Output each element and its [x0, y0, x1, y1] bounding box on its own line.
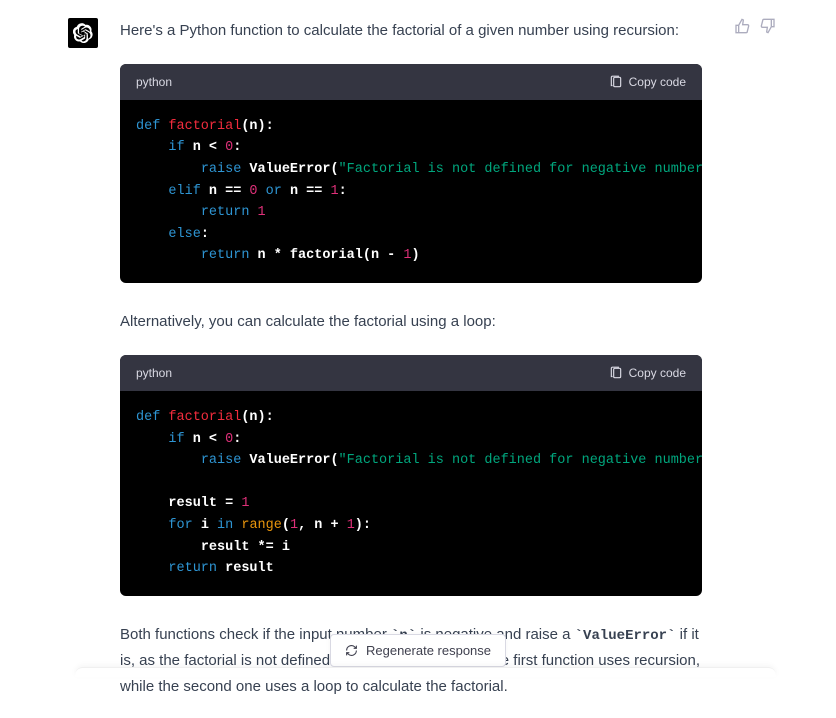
- regenerate-label: Regenerate response: [366, 643, 491, 658]
- code-lang-label: python: [136, 72, 172, 92]
- thumbs-up-button[interactable]: [734, 18, 750, 718]
- regenerate-button[interactable]: Regenerate response: [330, 634, 506, 667]
- copy-label: Copy code: [629, 72, 686, 92]
- message-content: Here's a Python function to calculate th…: [120, 18, 704, 718]
- thumbs-down-icon: [760, 18, 776, 34]
- clipboard-icon: [609, 75, 623, 89]
- refresh-icon: [345, 644, 358, 657]
- code-header: python Copy code: [120, 355, 702, 391]
- copy-code-button[interactable]: Copy code: [609, 363, 686, 383]
- copy-label: Copy code: [629, 363, 686, 383]
- alt-paragraph: Alternatively, you can calculate the fac…: [120, 309, 704, 335]
- thumbs-down-button[interactable]: [760, 18, 776, 718]
- inline-code-valueerror: `ValueError`: [575, 628, 676, 644]
- assistant-message: Here's a Python function to calculate th…: [0, 0, 836, 718]
- assistant-avatar: [68, 18, 98, 48]
- code-block-2: python Copy code def factorial(n): if n …: [120, 355, 702, 596]
- thumbs-up-icon: [734, 18, 750, 34]
- openai-logo-icon: [73, 23, 93, 43]
- copy-code-button[interactable]: Copy code: [609, 72, 686, 92]
- code-content[interactable]: def factorial(n): if n < 0: raise ValueE…: [120, 100, 702, 283]
- code-header: python Copy code: [120, 64, 702, 100]
- feedback-buttons: [734, 18, 776, 718]
- input-area-peek[interactable]: [75, 667, 776, 677]
- code-content[interactable]: def factorial(n): if n < 0: raise ValueE…: [120, 391, 702, 596]
- clipboard-icon: [609, 366, 623, 380]
- code-lang-label: python: [136, 363, 172, 383]
- intro-paragraph: Here's a Python function to calculate th…: [120, 18, 704, 44]
- code-block-1: python Copy code def factorial(n): if n …: [120, 64, 702, 284]
